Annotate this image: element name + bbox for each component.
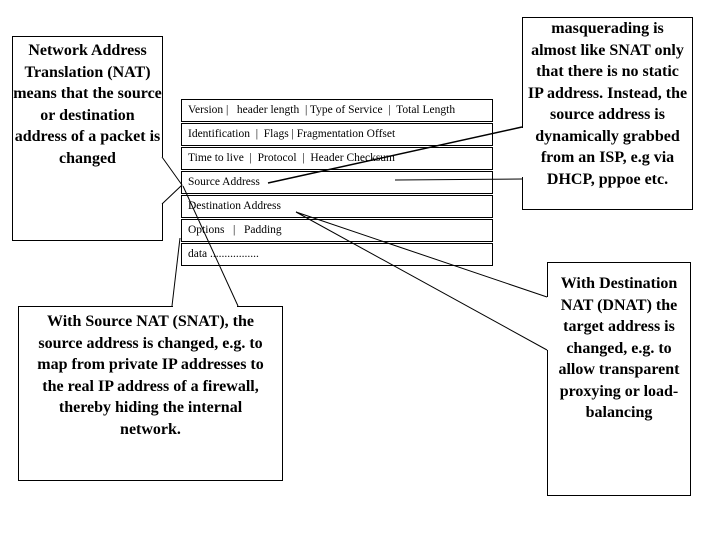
header-row-version: Version | header length | Type of Servic…	[181, 99, 493, 122]
header-row-destination-address: Destination Address	[181, 195, 493, 218]
callout-nat: Network Address Translation (NAT) means …	[12, 36, 163, 241]
header-row-data: data .................	[181, 243, 493, 266]
header-row-source-address: Source Address	[181, 171, 493, 194]
header-row-options: Options | Padding	[181, 219, 493, 242]
callout-snat: With Source NAT (SNAT), the source addre…	[18, 306, 283, 481]
nat-pointer	[161, 156, 183, 205]
header-row-identification: Identification | Flags | Fragmentation O…	[181, 123, 493, 146]
header-row-ttl: Time to live | Protocol | Header Checksu…	[181, 147, 493, 170]
snat-pointer-left	[171, 237, 181, 307]
callout-masquerading: masquerading is almost like SNAT only th…	[522, 17, 693, 210]
callout-dnat: With Destination NAT (DNAT) the target a…	[547, 262, 691, 496]
